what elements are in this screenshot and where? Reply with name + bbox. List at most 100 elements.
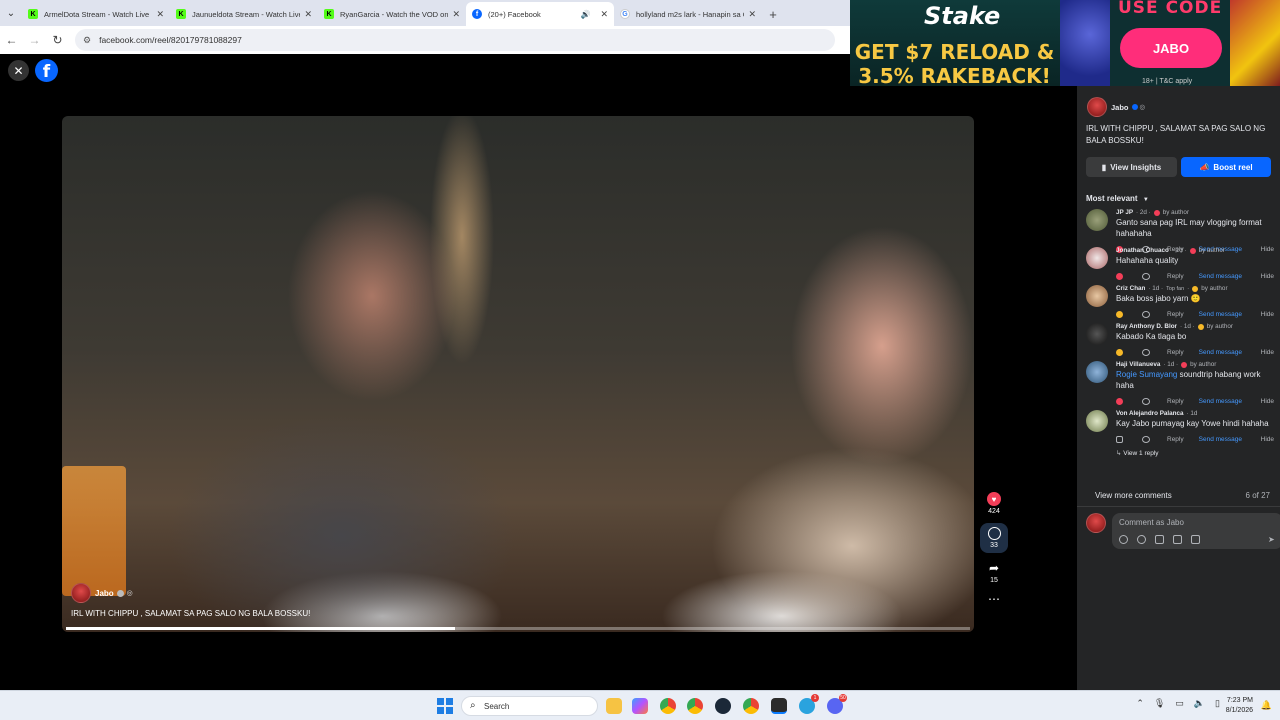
share-button[interactable]: ➦ 15 — [980, 561, 1008, 584]
forward-arrow-icon[interactable]: → — [23, 33, 46, 47]
close-tab-icon[interactable]: ✕ — [304, 9, 312, 20]
comment-react-icon[interactable] — [1142, 397, 1150, 405]
send-message-button[interactable]: Send message — [1199, 436, 1242, 443]
avatar-sticker-icon[interactable] — [1119, 535, 1128, 544]
comment-author[interactable]: Ray Anthony D. Blor — [1116, 323, 1177, 330]
tab-4-active[interactable]: f (20+) Facebook 🔊 ✕ — [466, 2, 614, 26]
hide-button[interactable]: Hide — [1261, 398, 1274, 405]
taskbar-search-box[interactable]: ⌕ Search — [461, 696, 598, 716]
sticker-icon[interactable] — [1191, 535, 1200, 544]
network-icon[interactable]: ▭ — [1175, 698, 1184, 709]
file-explorer-icon[interactable] — [606, 698, 622, 714]
boost-reel-button[interactable]: 📣 Boost reel — [1181, 157, 1271, 177]
site-info-icon[interactable]: ⚙ — [83, 35, 91, 46]
hide-button[interactable]: Hide — [1261, 436, 1274, 443]
ad-code-button[interactable]: JABO — [1120, 28, 1222, 68]
reply-button[interactable]: Reply — [1167, 398, 1184, 405]
close-tab-icon[interactable]: ✕ — [156, 9, 164, 20]
chrome-icon[interactable] — [743, 698, 759, 714]
more-options-button[interactable]: ⋯ — [980, 592, 1008, 606]
view-insights-button[interactable]: ▮ View Insights — [1086, 157, 1177, 177]
heart-reaction-icon[interactable] — [1116, 272, 1123, 280]
comment-input[interactable]: Comment as Jabo ➤ — [1112, 513, 1280, 549]
close-tab-icon[interactable]: ✕ — [600, 9, 608, 20]
camera-icon[interactable] — [1155, 535, 1164, 544]
video-progress-bar[interactable] — [66, 627, 970, 630]
comment-mention-link[interactable]: Rogie Sumayang — [1116, 370, 1177, 379]
discord-icon[interactable]: 50 — [827, 694, 847, 714]
facebook-logo[interactable]: f — [35, 59, 58, 82]
comment-author[interactable]: Haji Villanueva — [1116, 361, 1160, 368]
back-arrow-icon[interactable]: ← — [0, 33, 23, 47]
copilot-icon[interactable] — [632, 698, 648, 714]
chrome-icon[interactable] — [660, 698, 676, 714]
video-owner-name[interactable]: Jabo — [95, 589, 114, 598]
send-message-button[interactable]: Send message — [1199, 311, 1242, 318]
tab-5[interactable]: G hollyland m2s lark - Hanapin sa Google… — [614, 2, 762, 26]
avatar[interactable] — [1086, 410, 1108, 432]
view-more-comments-link[interactable]: View more comments — [1095, 491, 1172, 500]
comment-react-icon[interactable] — [1142, 435, 1150, 443]
comment-author[interactable]: Criz Chan — [1116, 285, 1145, 292]
like-button[interactable]: ♥ 424 — [980, 492, 1008, 515]
comment-author[interactable]: Jonathan Chuaco — [1116, 247, 1169, 254]
new-tab-button[interactable]: + — [762, 2, 784, 26]
hide-button[interactable]: Hide — [1261, 349, 1274, 356]
haha-reaction-icon[interactable] — [1116, 348, 1123, 356]
chrome-icon[interactable] — [687, 698, 703, 714]
reply-button[interactable]: Reply — [1167, 311, 1184, 318]
avatar[interactable] — [1086, 209, 1108, 231]
send-message-button[interactable]: Send message — [1199, 273, 1242, 280]
close-tab-icon[interactable]: ✕ — [452, 9, 460, 20]
telegram-icon[interactable]: 1 — [799, 694, 819, 714]
reel-video[interactable]: Jabo ◎ IRL WITH CHIPPU , SALAMAT SA PAG … — [62, 116, 974, 632]
avatar[interactable] — [1086, 247, 1108, 269]
view-replies-link[interactable]: ↳ View 1 reply — [1116, 447, 1274, 459]
reply-button[interactable]: Reply — [1167, 349, 1184, 356]
chevron-up-icon[interactable]: ⌃ — [1136, 698, 1144, 709]
reply-button[interactable]: Reply — [1167, 436, 1184, 443]
comment-react-icon[interactable] — [1142, 272, 1150, 280]
comment-author[interactable]: JP JP — [1116, 209, 1133, 216]
notifications-bell-icon[interactable]: 🔔 — [1261, 700, 1272, 711]
emoji-icon[interactable] — [1137, 535, 1146, 544]
windows-start-icon[interactable] — [437, 698, 453, 714]
haha-reaction-icon[interactable] — [1116, 310, 1123, 318]
comment-author[interactable]: Von Alejandro Palanca — [1116, 410, 1184, 417]
hide-button[interactable]: Hide — [1261, 273, 1274, 280]
battery-icon[interactable]: ▯ — [1215, 698, 1220, 709]
avatar[interactable] — [1087, 97, 1107, 117]
video-owner[interactable]: Jabo ◎ — [71, 583, 133, 603]
comment-sort-dropdown[interactable]: Most relevant ▼ — [1086, 194, 1149, 203]
avatar[interactable] — [71, 583, 91, 603]
comment-react-icon[interactable] — [1142, 348, 1150, 356]
avatar[interactable] — [1086, 323, 1108, 345]
tab-3[interactable]: K RyanGarcia - Watch the VOD on Kick ✕ — [318, 2, 466, 26]
post-owner-name[interactable]: Jabo — [1111, 103, 1129, 112]
send-message-button[interactable]: Send message — [1199, 349, 1242, 356]
terminal-icon[interactable] — [771, 698, 787, 714]
close-tab-icon[interactable]: ✕ — [748, 9, 756, 20]
reply-button[interactable]: Reply — [1167, 273, 1184, 280]
url-input[interactable]: ⚙ facebook.com/reel/820179781088297 — [75, 29, 835, 51]
tab-search-chevron-icon[interactable]: ⌄ — [0, 0, 22, 26]
reload-icon[interactable]: ↻ — [46, 33, 69, 47]
stake-ad-banner[interactable]: Stake GET $7 RELOAD & 3.5% RAKEBACK! USE… — [850, 0, 1280, 86]
avatar[interactable] — [1086, 285, 1108, 307]
tab-2[interactable]: K Jaunueldota Stream - Watch Live ✕ — [170, 2, 318, 26]
like-reaction-icon[interactable] — [1116, 435, 1123, 443]
comment-button[interactable]: 33 — [980, 523, 1008, 553]
comment-react-icon[interactable] — [1142, 310, 1150, 318]
send-message-button[interactable]: Send message — [1199, 398, 1242, 405]
tab-1[interactable]: K ArmelDota Stream - Watch Live ✕ — [22, 2, 170, 26]
avatar[interactable] — [1086, 361, 1108, 383]
close-viewer-button[interactable]: ✕ — [8, 60, 29, 81]
hide-button[interactable]: Hide — [1261, 311, 1274, 318]
steam-icon[interactable] — [715, 698, 731, 714]
microphone-icon[interactable]: 🎙 — [1154, 698, 1165, 709]
taskbar-clock[interactable]: 7:23 PM 8/1/2026 — [1226, 696, 1253, 716]
volume-icon[interactable]: 🔈 — [1194, 698, 1205, 709]
gif-icon[interactable] — [1173, 535, 1182, 544]
audio-playing-icon[interactable]: 🔊 — [580, 10, 590, 19]
send-icon[interactable]: ➤ — [1268, 535, 1277, 544]
